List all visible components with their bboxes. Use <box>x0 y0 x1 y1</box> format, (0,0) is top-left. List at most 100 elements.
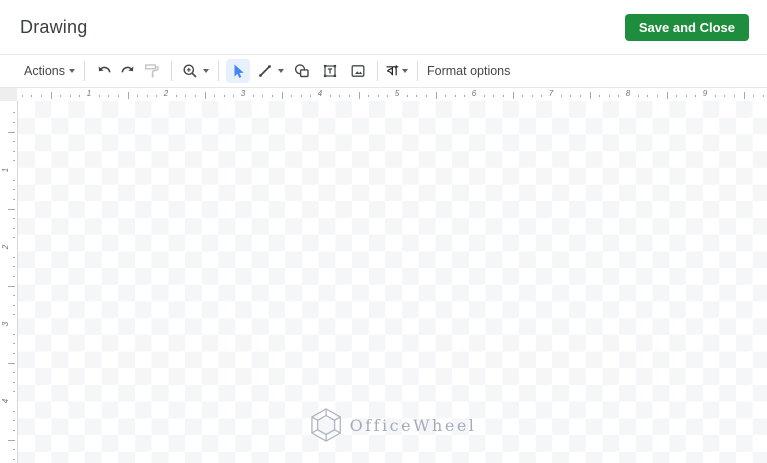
line-tool-button[interactable] <box>254 59 286 83</box>
ruler-number: 8 <box>625 89 631 98</box>
ruler-tick <box>656 95 658 97</box>
redo-button[interactable] <box>116 59 140 83</box>
ruler-tick <box>512 92 514 99</box>
ruler-tick <box>8 439 15 441</box>
ruler-tick <box>13 266 15 268</box>
zoom-icon <box>183 64 197 78</box>
ruler-tick <box>464 95 466 97</box>
ruler-tick <box>98 95 100 97</box>
ruler-tick <box>358 92 360 99</box>
ruler-tick <box>493 95 495 97</box>
ruler-number: 9 <box>702 89 708 98</box>
toolbar-divider <box>218 61 219 81</box>
text-box-button[interactable] <box>318 59 342 83</box>
ruler-tick <box>762 95 764 97</box>
shape-tool-button[interactable] <box>290 59 314 83</box>
ruler-tick <box>204 92 206 99</box>
ruler-tick <box>13 343 15 345</box>
officewheel-logo-icon <box>310 408 341 442</box>
drawing-canvas[interactable]: OfficeWheel <box>18 101 767 463</box>
ruler-tick <box>541 95 543 97</box>
input-tools-button[interactable]: বা <box>385 59 410 83</box>
ruler-tick <box>31 95 33 97</box>
ruler-tick <box>271 95 273 97</box>
line-icon <box>259 65 271 77</box>
ruler-tick <box>560 95 562 97</box>
ruler-tick <box>233 95 235 97</box>
ruler-tick <box>8 131 15 133</box>
image-icon <box>351 65 365 77</box>
format-options-label: Format options <box>427 64 511 78</box>
ruler-tick <box>310 95 312 97</box>
format-options-button[interactable]: Format options <box>425 59 512 83</box>
ruler-tick <box>579 95 581 97</box>
ruler-tick <box>13 275 15 277</box>
save-and-close-button[interactable]: Save and Close <box>624 13 749 41</box>
ruler-number: 3 <box>240 89 246 98</box>
toolbar-divider <box>171 61 172 81</box>
ruler-number: 7 <box>548 89 554 98</box>
ruler-tick <box>685 95 687 97</box>
ruler-tick <box>435 92 437 99</box>
ruler-tick <box>743 92 745 99</box>
ruler-tick <box>262 95 264 97</box>
ruler-tick <box>724 95 726 97</box>
ruler-tick <box>194 95 196 97</box>
drawing-body: 1 2 3 4 OfficeWheel <box>0 101 767 463</box>
ruler-tick <box>13 141 15 143</box>
ruler-tick <box>13 295 15 297</box>
ruler-tick <box>13 372 15 374</box>
ruler-number: 1 <box>86 89 92 98</box>
ruler-tick <box>608 95 610 97</box>
insert-image-button[interactable] <box>346 59 370 83</box>
ruler-tick <box>13 391 15 393</box>
page-title: Drawing <box>20 16 88 37</box>
select-tool-button[interactable] <box>226 59 250 83</box>
ruler-tick <box>425 95 427 97</box>
ruler-number: 6 <box>471 89 477 98</box>
paint-format-icon <box>145 64 159 78</box>
ruler-tick <box>531 95 533 97</box>
ruler-number: 5 <box>394 89 400 98</box>
ruler-tick <box>156 95 158 97</box>
ruler-tick <box>127 92 129 99</box>
ruler-tick <box>387 95 389 97</box>
ruler-tick <box>252 95 254 97</box>
ruler-tick <box>416 95 418 97</box>
actions-menu-button[interactable]: Actions <box>22 59 77 83</box>
ruler-tick <box>522 95 524 97</box>
ruler-tick <box>69 95 71 97</box>
ruler-tick <box>185 95 187 97</box>
ruler-tick <box>13 449 15 451</box>
ruler-tick <box>13 121 15 123</box>
zoom-button[interactable] <box>179 59 211 83</box>
chevron-down-icon <box>69 69 75 73</box>
ruler-number: 4 <box>1 398 11 404</box>
paint-format-button[interactable] <box>140 59 164 83</box>
chevron-down-icon <box>278 69 284 73</box>
ruler-tick <box>445 95 447 97</box>
ruler-tick <box>753 95 755 97</box>
ruler-tick <box>647 95 649 97</box>
ruler-tick <box>695 95 697 97</box>
ruler-tick <box>339 95 341 97</box>
ruler-tick <box>13 352 15 354</box>
ruler-tick <box>13 429 15 431</box>
ruler-tick <box>13 458 15 460</box>
ruler-tick <box>13 333 15 335</box>
ruler-tick <box>300 95 302 97</box>
ruler-tick <box>40 95 42 97</box>
undo-button[interactable] <box>92 59 116 83</box>
ruler-tick <box>599 95 601 97</box>
actions-menu-label: Actions <box>24 64 65 78</box>
toolbar-divider <box>377 61 378 81</box>
ruler-number: 4 <box>317 89 323 98</box>
ruler-tick <box>454 95 456 97</box>
vertical-ruler: 1 2 3 4 <box>0 101 18 463</box>
ruler-tick <box>50 92 52 99</box>
toolbar-divider <box>84 61 85 81</box>
shape-icon <box>294 64 309 78</box>
drawing-toolbar: Actions বা Format options <box>0 55 767 88</box>
ruler-number: 3 <box>1 321 11 327</box>
undo-icon <box>98 66 111 73</box>
